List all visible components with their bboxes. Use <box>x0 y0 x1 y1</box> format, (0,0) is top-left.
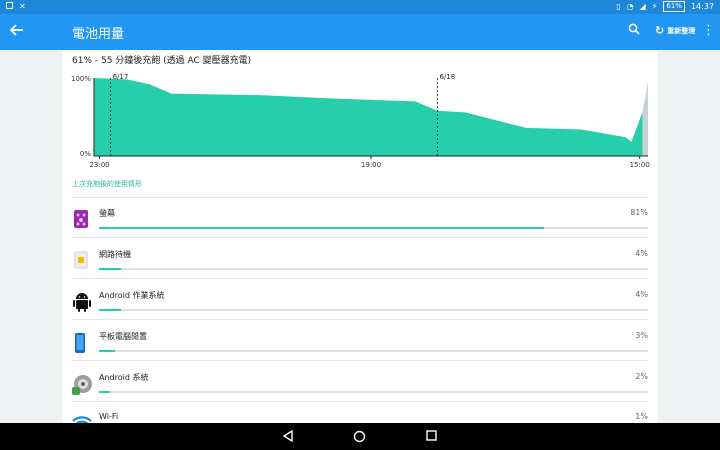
section-divider <box>72 197 648 198</box>
usage-bar-track <box>99 309 648 311</box>
battery-level-area <box>94 78 643 156</box>
row-divider <box>72 319 648 320</box>
x-tick-label: 19:00 <box>361 161 381 169</box>
android-icon <box>72 291 94 313</box>
signal-icon: ◢ <box>639 2 646 11</box>
file-icon: ▯ <box>616 2 621 11</box>
back-arrow-icon[interactable] <box>9 22 30 42</box>
wifi-status-icon: ◔ <box>626 2 634 11</box>
projected-charge-area <box>642 81 648 156</box>
nav-back-icon[interactable] <box>282 430 294 442</box>
usage-item-percent: 81% <box>630 208 648 217</box>
charge-summary: 61% - 55 分鐘後充飽 (透過 AC 變壓器充電) <box>72 56 252 66</box>
refresh-label: 重新整理 <box>667 26 696 35</box>
sim-icon <box>72 250 94 272</box>
usage-item-android-os[interactable]: Android 作業系統 4% <box>72 284 650 324</box>
usb-icon: ✕ <box>19 2 26 11</box>
y-tick-label: 0% <box>80 150 91 158</box>
usage-item-percent: 2% <box>635 372 648 381</box>
usage-item-network-standby[interactable]: 網路待機 4% <box>72 243 650 283</box>
usage-item-android-system[interactable]: Android 系統 2% <box>72 366 650 406</box>
usage-bar-track <box>99 227 648 229</box>
usage-item-percent: 1% <box>635 412 648 421</box>
usage-bar-fill <box>99 268 121 270</box>
usage-item-percent: 3% <box>635 331 648 340</box>
day-marker-label: 6/17 <box>113 73 129 81</box>
row-divider <box>72 237 648 238</box>
android-system-icon <box>72 373 94 395</box>
more-options-icon[interactable]: ⋮ <box>702 23 715 38</box>
tablet-icon <box>72 332 94 354</box>
usage-item-percent: 4% <box>635 290 648 299</box>
screen-icon <box>72 209 94 231</box>
usage-item-label: 螢幕 <box>99 209 115 218</box>
wifi-icon <box>72 413 94 423</box>
app-bar: 電池用量 ↻ 重新整理 ⋮ <box>0 14 720 50</box>
row-divider <box>72 278 648 279</box>
charging-icon: ⚡ <box>651 2 658 11</box>
usage-item-tablet-idle[interactable]: 平板電腦閒置 3% <box>72 325 650 365</box>
nav-recent-apps-icon[interactable] <box>426 430 437 441</box>
notification-icon <box>6 2 13 9</box>
status-time: 14:37 <box>690 2 714 11</box>
usage-bar-fill <box>99 350 116 352</box>
navigation-bar <box>0 423 720 450</box>
row-divider <box>72 401 648 402</box>
section-title: 上次充飽後的使用情形 <box>72 180 142 188</box>
usage-item-label: 平板電腦閒置 <box>99 332 147 341</box>
y-tick-label: 100% <box>71 75 91 83</box>
status-bar: ✕ ▯ ◔ ◢ ⚡ 61% 14:37 <box>0 0 720 14</box>
refresh-icon: ↻ <box>655 24 665 37</box>
usage-item-wifi[interactable]: Wi-Fi 1% <box>72 406 650 423</box>
usage-bar-track <box>99 391 648 393</box>
day-marker-label: 6/18 <box>439 73 455 81</box>
usage-item-label: Android 作業系統 <box>99 291 165 300</box>
x-tick-label: 15:00 <box>630 161 650 169</box>
row-divider <box>72 360 648 361</box>
usage-item-percent: 4% <box>635 249 648 258</box>
usage-bar-track <box>99 350 648 352</box>
usage-item-screen[interactable]: 螢幕 81% <box>72 202 650 242</box>
usage-bar-fill <box>99 227 544 229</box>
usage-bar-fill <box>99 391 110 393</box>
battery-history-chart: 100% 0% 6/17 6/18 23:00 19:00 15:00 <box>71 73 650 169</box>
usage-item-label: Wi-Fi <box>99 412 119 421</box>
search-icon[interactable] <box>628 23 646 41</box>
usage-bar-track <box>99 268 648 270</box>
nav-home-icon[interactable] <box>353 430 366 443</box>
usage-bar-fill <box>99 309 121 311</box>
refresh-button[interactable]: ↻ 重新整理 <box>655 24 695 37</box>
usage-item-label: Android 系統 <box>99 373 149 382</box>
usage-item-label: 網路待機 <box>99 250 131 259</box>
page-title: 電池用量 <box>72 27 125 42</box>
battery-indicator: 61% <box>663 1 685 12</box>
x-tick-label: 23:00 <box>89 161 109 169</box>
